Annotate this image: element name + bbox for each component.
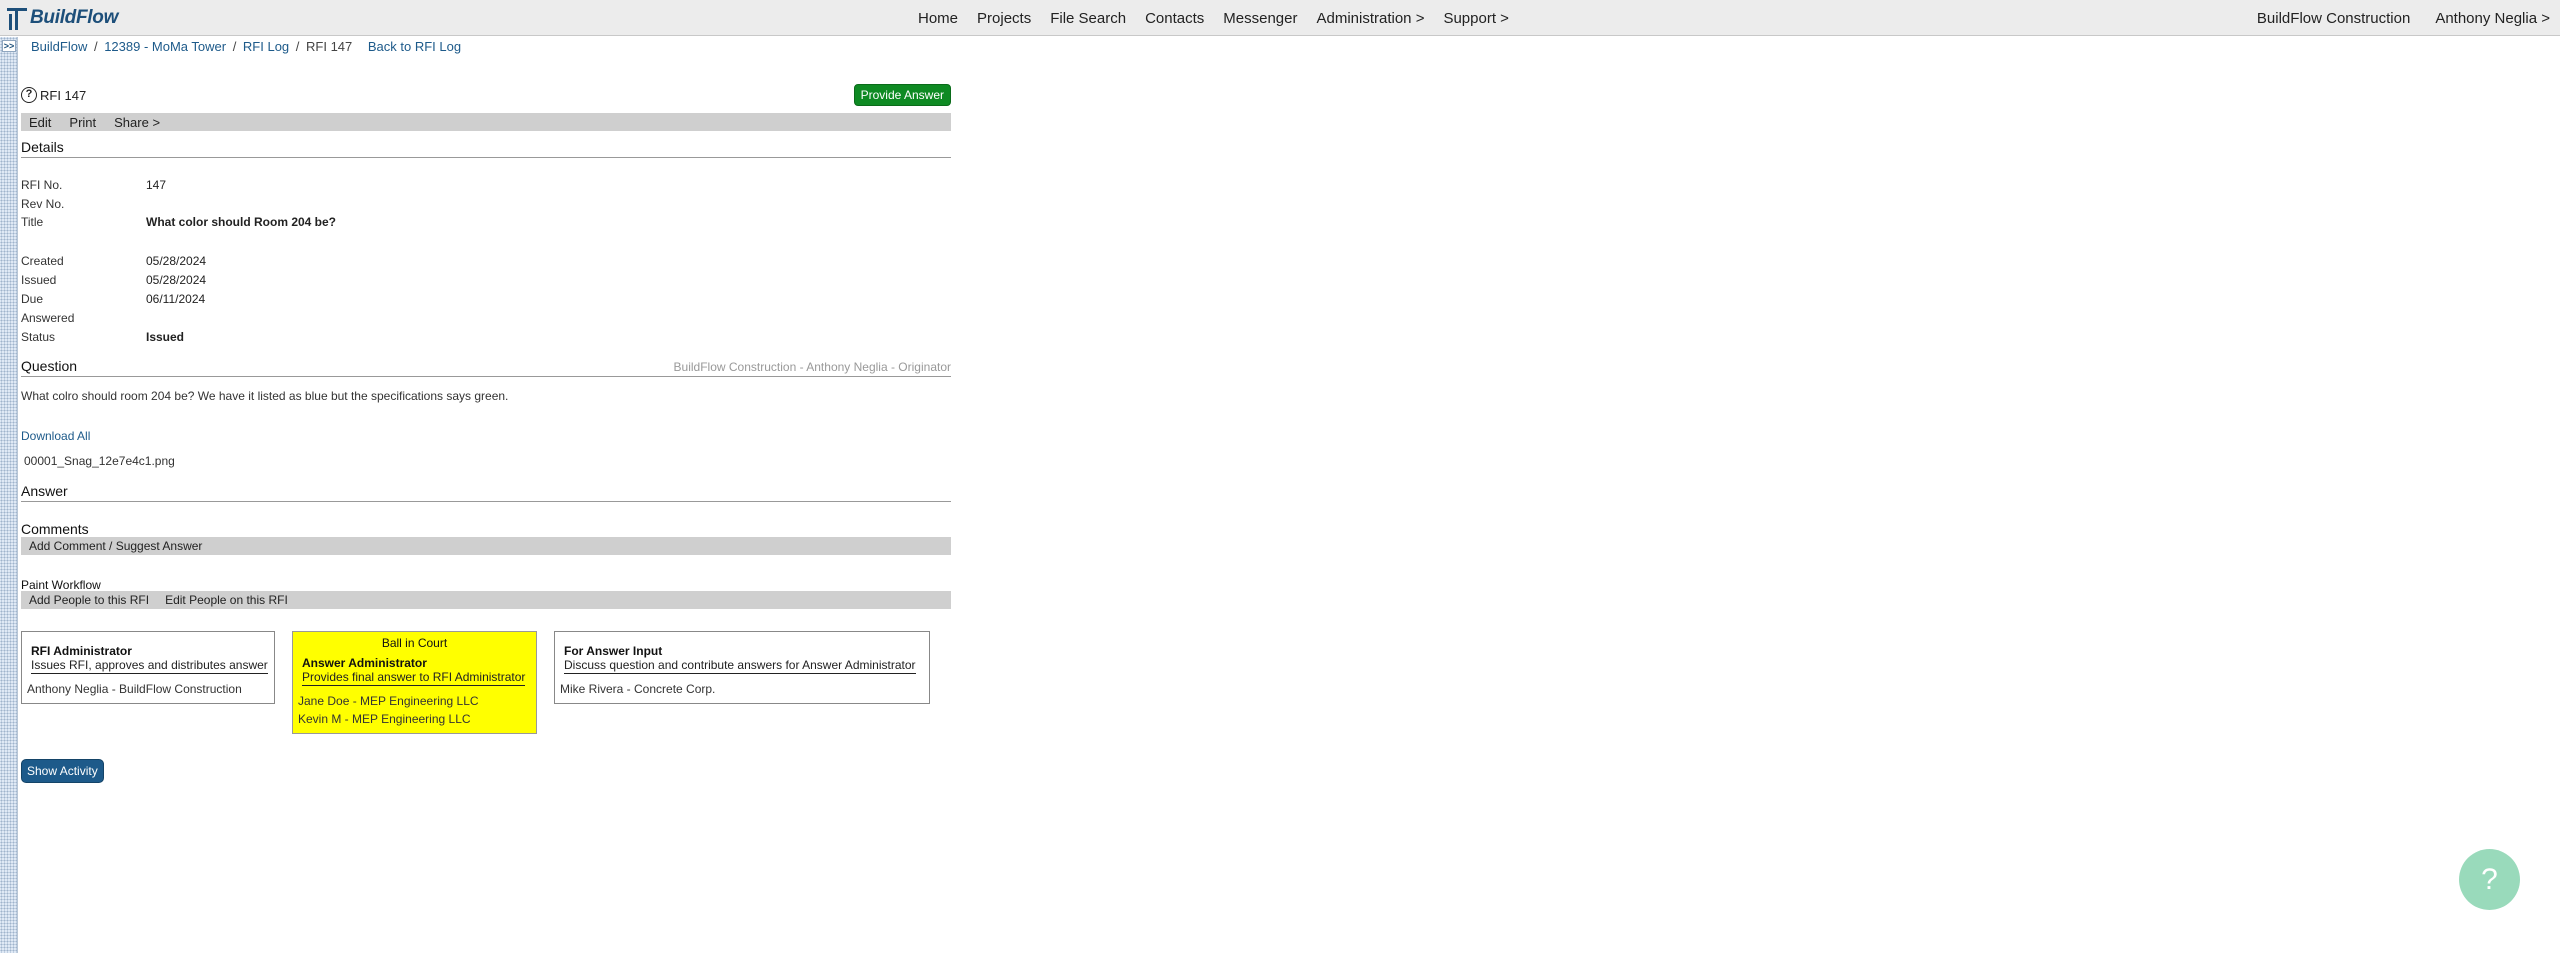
workflow-box-answer-input: For Answer Input Discuss question and co… [554, 631, 930, 704]
workflow-person: Anthony Neglia - BuildFlow Construction [27, 682, 242, 696]
user-menu[interactable]: Anthony Neglia > [2435, 10, 2550, 27]
expand-sidebar-icon[interactable]: >> [2, 40, 16, 52]
company-name[interactable]: BuildFlow Construction [2257, 10, 2410, 27]
detail-label: Due [21, 292, 44, 306]
print-button[interactable]: Print [69, 115, 96, 130]
workflow-box-rfi-administrator: RFI Administrator Issues RFI, approves a… [21, 631, 275, 704]
show-activity-button[interactable]: Show Activity [21, 759, 104, 783]
download-all-link[interactable]: Download All [21, 429, 90, 443]
nav-administration[interactable]: Administration > [1316, 10, 1424, 27]
workflow-role: Answer Administrator [302, 656, 427, 670]
page-title: RFI 147 [40, 88, 87, 103]
share-menu[interactable]: Share > [114, 115, 160, 130]
provide-answer-button[interactable]: Provide Answer [853, 84, 951, 106]
nav-messenger[interactable]: Messenger [1223, 10, 1297, 27]
detail-label: Rev No. [21, 197, 65, 211]
detail-label: Status [21, 330, 56, 344]
detail-label: Title [21, 215, 44, 229]
question-circle-icon: ? [21, 87, 37, 103]
nav-home[interactable]: Home [918, 10, 958, 27]
help-button[interactable]: ? [2459, 849, 2520, 910]
nav-contacts[interactable]: Contacts [1145, 10, 1204, 27]
detail-value: 05/28/2024 [146, 273, 207, 287]
breadcrumb-current: RFI 147 [306, 39, 353, 54]
breadcrumb-separator: / [90, 39, 102, 54]
nav-projects[interactable]: Projects [977, 10, 1031, 27]
workflow-box-answer-administrator: Ball in Court Answer Administrator Provi… [292, 631, 537, 734]
breadcrumb-rfi-log[interactable]: RFI Log [243, 39, 289, 54]
comments-bar: Add Comment / Suggest Answer [21, 537, 951, 555]
main-nav: Home Projects File Search Contacts Messe… [918, 0, 1528, 36]
back-to-rfi-log-link[interactable]: Back to RFI Log [368, 39, 461, 54]
workflow-person: Mike Rivera - Concrete Corp. [560, 682, 716, 696]
detail-label: Issued [21, 273, 57, 287]
breadcrumb-separator: / [229, 39, 240, 54]
workflow-role: RFI Administrator [31, 644, 132, 658]
workflow-description: Issues RFI, approves and distributes ans… [31, 658, 268, 674]
question-text: What colro should room 204 be? We have i… [21, 389, 509, 403]
logo-mark-icon [7, 8, 27, 30]
buildflow-logo[interactable]: BuildFlow [6, 3, 118, 33]
question-originator: BuildFlow Construction - Anthony Neglia … [673, 360, 951, 374]
breadcrumb-buildflow[interactable]: BuildFlow [31, 39, 87, 54]
breadcrumb-project[interactable]: 12389 - MoMa Tower [104, 39, 226, 54]
question-heading: Question BuildFlow Construction - Anthon… [21, 358, 951, 377]
detail-label: Created [21, 254, 64, 268]
rfi-toolbar: Edit Print Share > [21, 113, 951, 131]
detail-value: What color should Room 204 be? [146, 215, 337, 229]
status-badge: Issued [146, 330, 185, 344]
edit-button[interactable]: Edit [29, 115, 51, 130]
details-heading: Details [21, 139, 951, 158]
add-comment-button[interactable]: Add Comment / Suggest Answer [29, 539, 202, 553]
detail-value: 05/28/2024 [146, 254, 207, 268]
nav-file-search[interactable]: File Search [1050, 10, 1126, 27]
detail-label: RFI No. [21, 178, 63, 192]
logo-text: BuildFlow [30, 7, 119, 28]
rfi-header: ? RFI 147 Provide Answer [21, 84, 951, 106]
ball-in-court-label: Ball in Court [381, 636, 448, 650]
workflow-role: For Answer Input [564, 644, 663, 658]
sidebar-collapsed-strip[interactable]: >> [0, 37, 18, 953]
answer-heading: Answer [21, 483, 951, 502]
detail-label: Answered [21, 311, 75, 325]
comments-heading: Comments [21, 521, 89, 537]
nav-right: BuildFlow Construction Anthony Neglia > [2232, 0, 2550, 36]
workflow-description: Provides final answer to RFI Administrat… [302, 670, 526, 686]
breadcrumb-separator: / [292, 39, 304, 54]
workflow-person: Kevin M - MEP Engineering LLC [298, 712, 471, 726]
add-people-button[interactable]: Add People to this RFI [29, 593, 149, 607]
workflow-bar: Add People to this RFI Edit People on th… [21, 591, 951, 609]
details-heading-text: Details [21, 139, 64, 155]
workflow-heading: Paint Workflow [21, 578, 101, 592]
answer-heading-text: Answer [21, 483, 68, 499]
detail-value: 06/11/2024 [146, 292, 206, 306]
edit-people-button[interactable]: Edit People on this RFI [165, 593, 288, 607]
top-navigation-bar: BuildFlow Home Projects File Search Cont… [0, 0, 2560, 36]
workflow-person: Jane Doe - MEP Engineering LLC [298, 694, 479, 708]
attachment-file[interactable]: 00001_Snag_12e7e4c1.png [24, 454, 175, 468]
question-heading-text: Question [21, 358, 78, 374]
nav-support[interactable]: Support > [1443, 10, 1508, 27]
workflow-description: Discuss question and contribute answers … [564, 658, 916, 674]
breadcrumb: BuildFlow / 12389 - MoMa Tower / RFI Log… [31, 39, 461, 54]
detail-value: 147 [146, 178, 167, 192]
